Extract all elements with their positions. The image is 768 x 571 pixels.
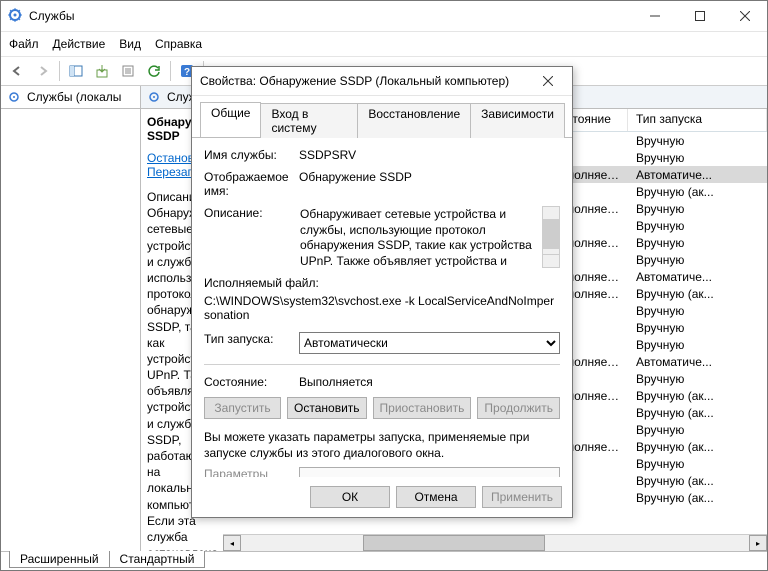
description-scrollbar[interactable] [542, 206, 560, 268]
val-state: Выполняется [299, 375, 560, 389]
menu-help[interactable]: Справка [155, 37, 202, 51]
close-button[interactable] [722, 1, 767, 31]
tree-pane: Службы (локалы [1, 86, 141, 551]
pause-button: Приостановить [373, 397, 472, 419]
app-icon [7, 7, 23, 26]
maximize-button[interactable] [677, 1, 722, 31]
cell-start: Вручную [628, 253, 767, 267]
minimize-button[interactable] [632, 1, 677, 31]
cell-start: Автоматиче... [628, 168, 767, 182]
val-service-name: SSDPSRV [299, 148, 560, 162]
menu-action[interactable]: Действие [53, 37, 106, 51]
lbl-description: Описание: [204, 206, 299, 220]
dialog-titlebar: Свойства: Обнаружение SSDP (Локальный ко… [192, 67, 572, 96]
tab-general[interactable]: Общие [200, 102, 261, 137]
lbl-state: Состояние: [204, 375, 299, 389]
forward-button[interactable] [31, 59, 55, 83]
tab-recovery[interactable]: Восстановление [357, 103, 471, 138]
cell-start: Вручную (ак... [628, 185, 767, 199]
lbl-display-name: Отображаемое имя: [204, 170, 299, 198]
val-exe: C:\WINDOWS\system32\svchost.exe -k Local… [204, 294, 560, 322]
cell-start: Вручную (ак... [628, 440, 767, 454]
cell-start: Автоматиче... [628, 355, 767, 369]
dialog-close-button[interactable] [532, 69, 564, 93]
startup-type-select[interactable]: Автоматически [299, 332, 560, 354]
titlebar: Службы [1, 1, 767, 32]
lbl-params: Параметры запуска: [204, 467, 299, 477]
refresh-button[interactable] [142, 59, 166, 83]
services-window: Службы Файл Действие Вид Справка ? [0, 0, 768, 571]
params-note: Вы можете указать параметры запуска, при… [204, 429, 560, 461]
menu-file[interactable]: Файл [9, 37, 39, 51]
cell-start: Автоматиче... [628, 270, 767, 284]
cell-start: Вручную (ак... [628, 474, 767, 488]
properties-button[interactable] [116, 59, 140, 83]
tree-root-label: Службы (локалы [27, 90, 121, 104]
show-hide-tree-button[interactable] [64, 59, 88, 83]
back-button[interactable] [5, 59, 29, 83]
cell-start: Вручную [628, 219, 767, 233]
cell-start: Вручную [628, 423, 767, 437]
dialog-tabs: Общие Вход в систему Восстановление Зави… [192, 96, 572, 138]
cell-start: Вручную (ак... [628, 287, 767, 301]
cell-start: Вручную [628, 151, 767, 165]
view-tabs: Расширенный Стандартный [1, 551, 767, 571]
cell-start: Вручную [628, 338, 767, 352]
cell-start: Вручную [628, 372, 767, 386]
dialog-body: Имя службы:SSDPSRV Отображаемое имя:Обна… [192, 138, 572, 477]
cell-start: Вручную [628, 457, 767, 471]
cell-start: Вручную [628, 304, 767, 318]
svg-text:?: ? [184, 67, 190, 78]
scroll-right-icon[interactable]: ▸ [749, 535, 767, 551]
tree-root[interactable]: Службы (локалы [1, 86, 140, 109]
cell-start: Вручную (ак... [628, 389, 767, 403]
cell-start: Вручную [628, 134, 767, 148]
gear-icon [7, 90, 21, 104]
col-start[interactable]: Тип запуска [628, 109, 767, 131]
params-input [299, 467, 560, 477]
tab-logon[interactable]: Вход в систему [260, 103, 358, 138]
export-button[interactable] [90, 59, 114, 83]
menubar: Файл Действие Вид Справка [1, 32, 767, 57]
cell-start: Вручную [628, 202, 767, 216]
tab-extended[interactable]: Расширенный [9, 551, 110, 568]
cell-start: Вручную [628, 236, 767, 250]
val-description: Обнаруживает сетевые устройства и службы… [299, 206, 538, 268]
resume-button: Продолжить [477, 397, 560, 419]
cell-start: Вручную [628, 321, 767, 335]
gear-icon [147, 90, 161, 104]
cell-start: Вручную (ак... [628, 491, 767, 505]
ok-button[interactable]: ОК [310, 486, 390, 508]
dialog-title: Свойства: Обнаружение SSDP (Локальный ко… [200, 74, 509, 88]
apply-button: Применить [482, 486, 562, 508]
lbl-exe: Исполняемый файл: [204, 276, 560, 290]
lbl-service-name: Имя службы: [204, 148, 299, 162]
menu-view[interactable]: Вид [119, 37, 141, 51]
cancel-button[interactable]: Отмена [396, 486, 476, 508]
window-title: Службы [29, 9, 74, 23]
horizontal-scrollbar[interactable]: ◂ ▸ [223, 534, 767, 551]
dialog-footer: ОК Отмена Применить [192, 477, 572, 517]
scroll-thumb[interactable] [363, 535, 545, 551]
val-display-name: Обнаружение SSDP [299, 170, 560, 184]
start-button: Запустить [204, 397, 281, 419]
tab-standard[interactable]: Стандартный [109, 551, 206, 568]
stop-button[interactable]: Остановить [287, 397, 367, 419]
lbl-startup-type: Тип запуска: [204, 332, 299, 346]
scroll-left-icon[interactable]: ◂ [223, 535, 241, 551]
properties-dialog: Свойства: Обнаружение SSDP (Локальный ко… [191, 66, 573, 518]
tab-dependencies[interactable]: Зависимости [470, 103, 565, 138]
cell-start: Вручную (ак... [628, 406, 767, 420]
